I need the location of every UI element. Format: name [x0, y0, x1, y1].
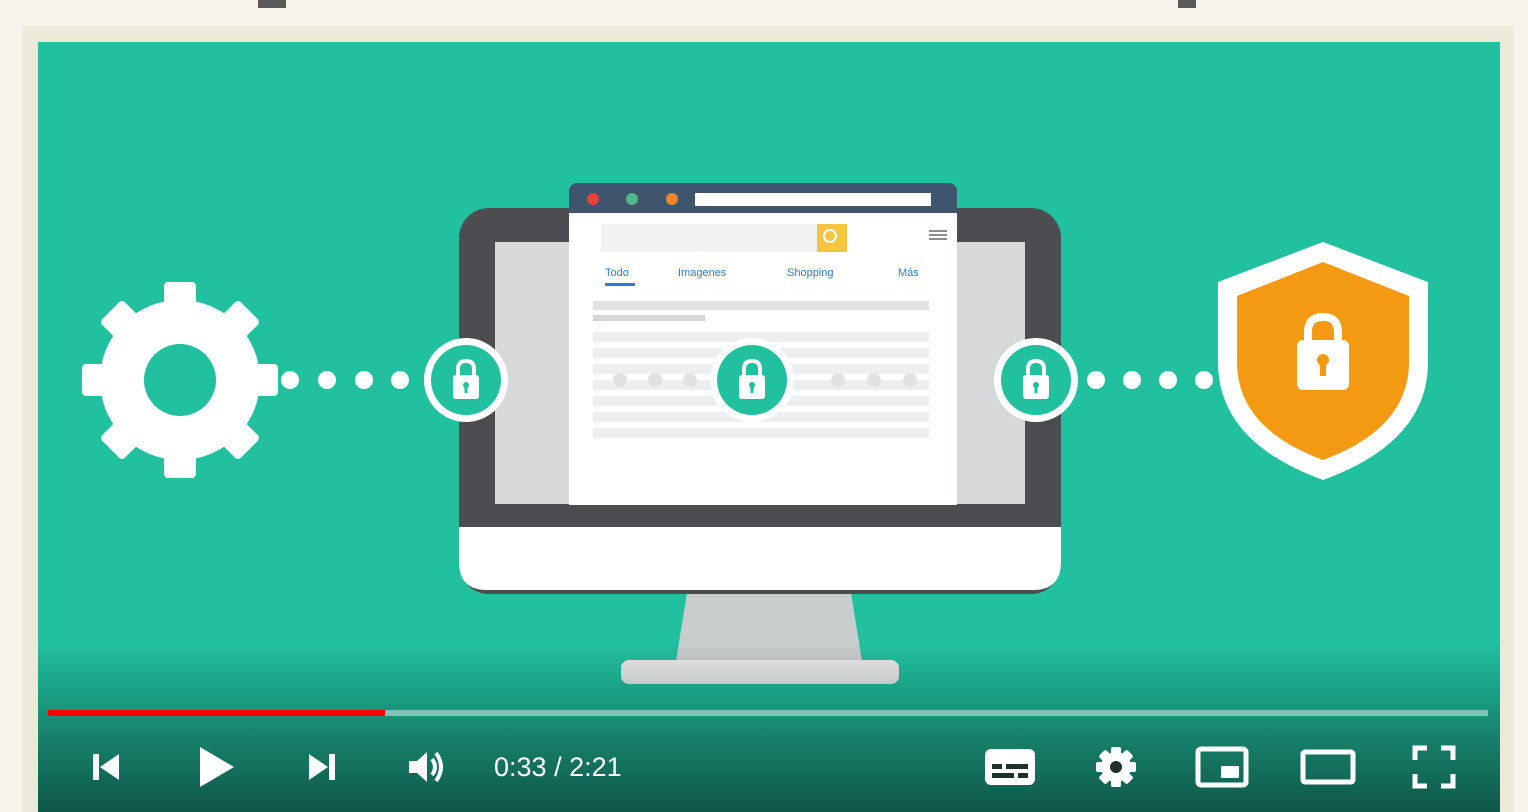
play-icon: [200, 747, 234, 787]
previous-button[interactable]: [78, 732, 134, 802]
browser-tab-mas: Más: [898, 267, 919, 279]
previous-icon: [93, 754, 119, 780]
shield-icon: [1218, 242, 1428, 480]
duration: 2:21: [569, 752, 622, 782]
top-edge-mark-left: [258, 0, 286, 8]
time-display: 0:33 / 2:21: [494, 732, 622, 802]
settings-button[interactable]: [1088, 732, 1144, 802]
video-player[interactable]: Todo Imagenes Shopping Más 0:33 / 2:21: [38, 42, 1500, 812]
current-time: 0:33: [494, 752, 547, 782]
next-button[interactable]: [294, 732, 350, 802]
theater-mode-button[interactable]: [1296, 732, 1360, 802]
fullscreen-button[interactable]: [1404, 732, 1464, 802]
theater-icon: [1300, 749, 1356, 785]
browser-tab-todo: Todo: [605, 267, 629, 279]
next-icon: [309, 754, 335, 780]
settings-icon: [1096, 747, 1136, 787]
time-separator: /: [546, 752, 570, 782]
miniplayer-icon: [1195, 746, 1249, 788]
lock-icon: [710, 338, 794, 422]
progress-bar[interactable]: [48, 710, 1488, 716]
player-controls: 0:33 / 2:21: [38, 732, 1500, 802]
top-edge-mark-right: [1178, 0, 1196, 8]
volume-button[interactable]: [398, 732, 458, 802]
progress-played: [48, 710, 385, 716]
subtitles-icon: [985, 749, 1035, 785]
subtitles-button[interactable]: [980, 732, 1040, 802]
fullscreen-icon: [1412, 745, 1456, 789]
miniplayer-button[interactable]: [1190, 732, 1254, 802]
volume-icon: [409, 751, 443, 783]
play-button[interactable]: [188, 732, 244, 802]
lock-icon: [424, 338, 508, 422]
browser-tab-shopping: Shopping: [787, 267, 834, 279]
lock-icon: [994, 338, 1078, 422]
gear-icon: [82, 282, 278, 478]
browser-tab-imagenes: Imagenes: [678, 267, 727, 279]
